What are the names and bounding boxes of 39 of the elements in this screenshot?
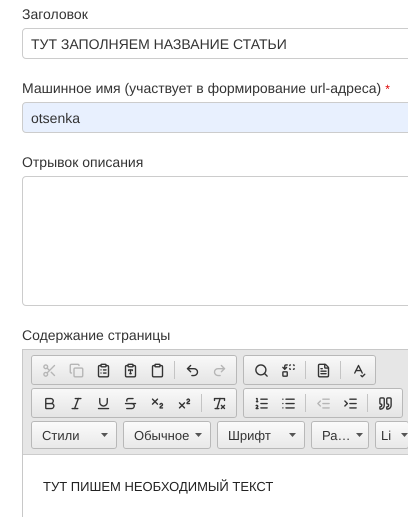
- field-label: Заголовок: [22, 6, 88, 22]
- format-dropdown[interactable]: Ра…: [311, 421, 369, 449]
- field-label: Машинное имя (участвует в формирование url-адреса): [22, 80, 382, 96]
- format-dropdown[interactable]: Шрифт: [217, 421, 305, 449]
- subscript-icon: [150, 396, 164, 410]
- clipboard-icon: [96, 362, 110, 378]
- redo-icon: [212, 362, 226, 378]
- italic-icon: [68, 396, 84, 410]
- indent-icon: [342, 396, 358, 410]
- superscript-icon: [176, 396, 192, 410]
- underline-icon: [96, 396, 110, 410]
- strikethrough-icon: [122, 396, 138, 410]
- editor-text: ТУТ ПИШЕМ НЕОБХОДИМЫЙ ТЕКСТ: [42, 478, 274, 494]
- field-label: Содержание страницы: [22, 327, 170, 343]
- clipboard-icon: [150, 362, 164, 378]
- scissors-icon: [42, 362, 56, 378]
- format-dropdown[interactable]: Стили: [31, 421, 117, 449]
- clipboard-text-icon: [122, 362, 138, 378]
- required-mark: *: [385, 82, 390, 96]
- quote-icon: [378, 396, 392, 410]
- caret-icon: [195, 433, 202, 437]
- document-icon: [316, 362, 330, 378]
- caret-icon: [289, 433, 296, 437]
- outdent-icon: [316, 396, 330, 410]
- caret-icon: [101, 433, 108, 437]
- undo-icon: [184, 362, 200, 378]
- caret-icon: [401, 433, 408, 437]
- search-icon: [254, 362, 268, 378]
- numbered-list-icon: [254, 396, 268, 410]
- replace-icon: [280, 362, 296, 378]
- field-label: Отрывок описания: [22, 154, 144, 170]
- copy-icon: [68, 362, 84, 378]
- text-field[interactable]: ТУТ ЗАПОЛНЯЕМ НАЗВАНИЕ СТАТЬИ: [22, 28, 408, 59]
- clear-format-icon: [212, 396, 226, 410]
- bullet-list-icon: [280, 396, 296, 410]
- format-dropdown[interactable]: Li: [375, 421, 408, 449]
- format-dropdown[interactable]: Обычное: [123, 421, 211, 449]
- text-field[interactable]: otsenka: [22, 102, 408, 133]
- caret-icon: [356, 433, 364, 437]
